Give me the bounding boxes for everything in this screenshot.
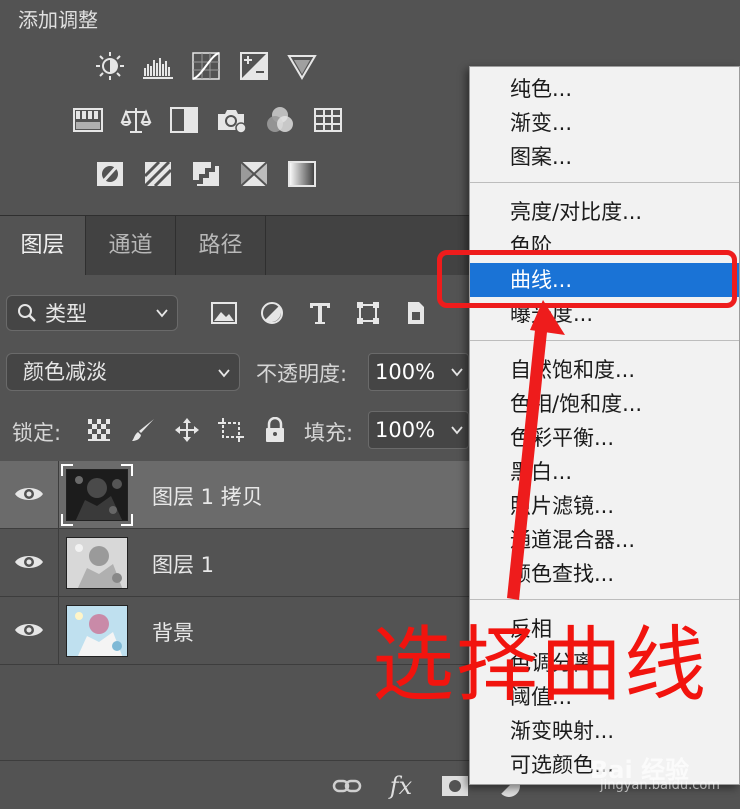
lock-position-move-icon[interactable] <box>172 415 202 445</box>
search-icon <box>18 304 36 322</box>
layer-filter-icons <box>206 297 434 329</box>
tab-layers[interactable]: 图层 <box>0 216 86 276</box>
tab-channels[interactable]: 通道 <box>86 216 176 276</box>
menu-item-color-lookup[interactable]: 颜色查找... <box>470 557 739 591</box>
menu-item-vibrance[interactable]: 自然饱和度... <box>470 353 739 387</box>
layer-name: 图层 1 <box>152 553 215 577</box>
menu-item-gradient[interactable]: 渐变... <box>470 106 739 140</box>
menu-item-gradient-map[interactable]: 渐变映射... <box>470 714 739 748</box>
filter-type-layers-icon[interactable] <box>302 297 338 329</box>
lock-transparent-pixels-icon[interactable] <box>84 415 114 445</box>
lock-artboard-icon[interactable] <box>216 415 246 445</box>
layer-filter-select[interactable]: 类型 <box>6 295 178 331</box>
filter-pixel-layers-icon[interactable] <box>206 297 242 329</box>
invert-icon[interactable] <box>92 156 128 192</box>
eye-visibility-icon[interactable] <box>14 619 44 641</box>
annotation-highlight-box <box>437 250 737 308</box>
layer-name: 背景 <box>152 621 194 645</box>
chevron-down-icon <box>451 368 463 377</box>
annotation-text: 选择曲线 <box>372 618 709 713</box>
menu-item-pattern[interactable]: 图案... <box>470 140 739 174</box>
lock-icons <box>84 415 290 445</box>
adjustments-row-1 <box>92 48 320 84</box>
filter-smart-object-icon[interactable] <box>398 297 434 329</box>
lock-all-icon[interactable] <box>260 415 290 445</box>
photo-filter-icon[interactable] <box>214 102 250 138</box>
chevron-down-icon <box>218 369 230 378</box>
layer-thumbnail <box>66 469 128 521</box>
vibrance-icon[interactable] <box>284 48 320 84</box>
tab-paths[interactable]: 路径 <box>176 216 266 276</box>
layer-thumbnail <box>66 537 128 589</box>
lock-label: 锁定: <box>12 421 62 445</box>
threshold-icon[interactable] <box>188 156 224 192</box>
eye-visibility-icon[interactable] <box>14 551 44 573</box>
menu-item-color-balance[interactable]: 色彩平衡... <box>470 421 739 455</box>
watermark-url: jingyan.baidu.com <box>600 778 720 793</box>
fill-label: 填充: <box>304 421 354 445</box>
layer-name: 图层 1 拷贝 <box>152 485 263 509</box>
adjustments-row-2 <box>70 102 346 138</box>
posterize-icon[interactable] <box>140 156 176 192</box>
menu-item-channel-mixer[interactable]: 通道混合器... <box>470 523 739 557</box>
chevron-down-icon <box>451 426 463 435</box>
gradient-map-icon[interactable] <box>284 156 320 192</box>
layer-thumbnail <box>66 605 128 657</box>
adjustments-row-3 <box>92 156 320 192</box>
blend-mode-select[interactable]: 颜色减淡 <box>6 353 240 391</box>
black-white-icon[interactable] <box>166 102 202 138</box>
exposure-icon[interactable] <box>236 48 272 84</box>
color-lookup-icon[interactable] <box>310 102 346 138</box>
layer-style-fx-button[interactable]: fx <box>384 771 418 801</box>
color-balance-icon[interactable] <box>118 102 154 138</box>
link-layers-icon[interactable] <box>330 771 364 801</box>
channel-mixer-icon[interactable] <box>262 102 298 138</box>
eye-visibility-icon[interactable] <box>14 483 44 505</box>
filter-adjustment-layers-icon[interactable] <box>254 297 290 329</box>
menu-item-brightness-contrast[interactable]: 亮度/对比度... <box>470 195 739 229</box>
opacity-dropdown-button[interactable] <box>447 353 469 391</box>
menu-item-solid-color[interactable]: 纯色... <box>470 72 739 106</box>
adjustments-title: 添加调整 <box>18 8 98 32</box>
menu-separator <box>470 182 739 183</box>
add-mask-icon[interactable] <box>438 771 472 801</box>
filter-shape-layers-icon[interactable] <box>350 297 386 329</box>
fill-dropdown-button[interactable] <box>447 411 469 449</box>
brightness-contrast-icon[interactable] <box>92 48 128 84</box>
chevron-down-icon <box>156 309 168 318</box>
menu-item-photo-filter[interactable]: 照片滤镜... <box>470 489 739 523</box>
menu-item-black-white[interactable]: 黑白... <box>470 455 739 489</box>
lock-image-pixels-brush-icon[interactable] <box>128 415 158 445</box>
curves-icon[interactable] <box>188 48 224 84</box>
menu-item-hue-saturation[interactable]: 色相/饱和度... <box>470 387 739 421</box>
opacity-label: 不透明度: <box>256 362 348 386</box>
hue-saturation-icon[interactable] <box>70 102 106 138</box>
selective-color-icon[interactable] <box>236 156 272 192</box>
levels-icon[interactable] <box>140 48 176 84</box>
menu-separator <box>470 340 739 341</box>
blend-mode-value: 颜色减淡 <box>23 360 107 384</box>
layer-filter-value: 类型 <box>45 302 87 326</box>
